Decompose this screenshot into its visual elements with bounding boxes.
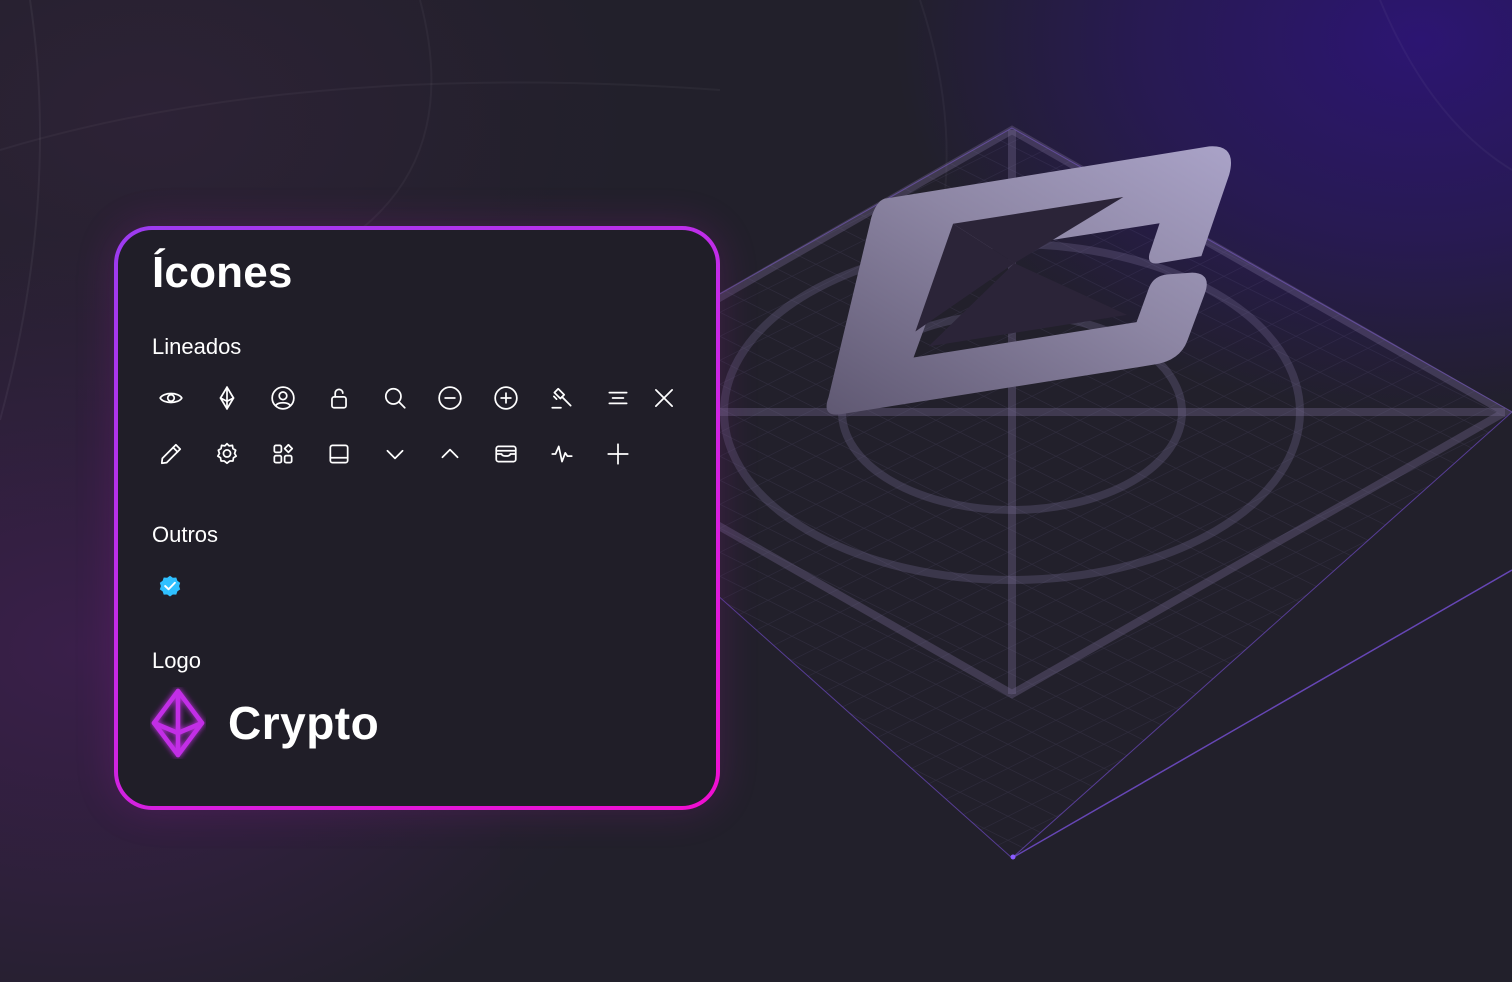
widgets-icon[interactable] <box>267 438 299 470</box>
crypto-logo: Crypto <box>150 686 379 760</box>
close-icon[interactable] <box>648 382 680 414</box>
section-label-logo: Logo <box>152 648 201 673</box>
crypto-diamond-logo-icon <box>150 687 206 759</box>
user-circle-icon[interactable] <box>267 382 299 414</box>
chevron-down-icon[interactable] <box>379 438 411 470</box>
chevron-up-icon[interactable] <box>434 438 466 470</box>
plus-icon[interactable] <box>602 438 634 470</box>
search-icon[interactable] <box>379 382 411 414</box>
verified-badge-icon <box>154 570 186 602</box>
icons-card-body: Ícones Lineados Outros Logo Crypto <box>118 230 716 806</box>
panel-bottom-icon[interactable] <box>323 438 355 470</box>
minus-circle-icon[interactable] <box>434 382 466 414</box>
logo-wordmark: Crypto <box>228 697 380 749</box>
gavel-icon[interactable] <box>546 382 578 414</box>
align-center-icon[interactable] <box>602 382 634 414</box>
eye-icon[interactable] <box>155 382 187 414</box>
section-label-lined: Lineados <box>152 334 242 359</box>
canvas: Ícones Lineados Outros Logo Crypto <box>0 0 1512 982</box>
diamond-icon[interactable] <box>211 382 243 414</box>
wallet-icon[interactable] <box>490 438 522 470</box>
icons-card: Ícones Lineados Outros Logo Crypto <box>114 226 720 810</box>
card-title: Ícones <box>152 248 293 297</box>
gear-icon[interactable] <box>211 438 243 470</box>
plus-circle-icon[interactable] <box>490 382 522 414</box>
pencil-icon[interactable] <box>155 438 187 470</box>
unlock-icon[interactable] <box>323 382 355 414</box>
section-label-others: Outros <box>152 522 219 547</box>
activity-icon[interactable] <box>546 438 578 470</box>
